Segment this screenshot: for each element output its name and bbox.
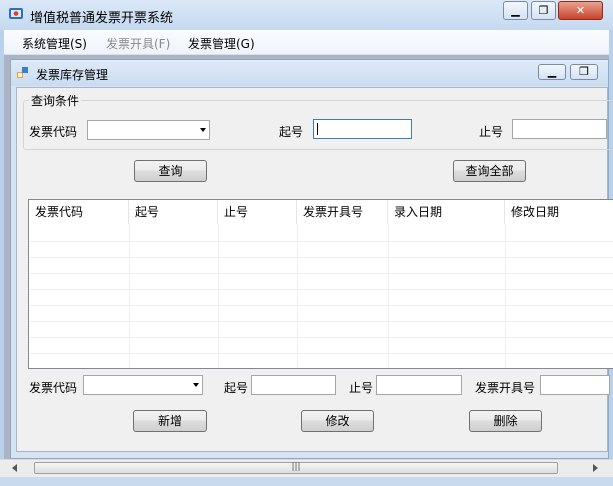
column-header-issue-number[interactable]: 发票开具号 [297, 200, 388, 224]
query-group-label: 查询条件 [29, 92, 82, 109]
scroll-left-icon[interactable] [12, 464, 17, 472]
form-icon [17, 67, 28, 78]
edit-end-label: 止号 [349, 381, 374, 395]
minimize-icon: ▁ [511, 4, 520, 17]
child-minimize-button[interactable]: ▁ [538, 64, 566, 80]
column-divider [297, 224, 298, 368]
delete-button[interactable]: 删除 [469, 410, 542, 432]
edit-code-label: 发票代码 [29, 381, 78, 395]
column-header-entry-date[interactable]: 录入日期 [388, 200, 505, 224]
column-divider [505, 224, 506, 368]
scrollbar-thumb[interactable]: ||| [34, 462, 558, 474]
restore-icon: ❐ [538, 4, 549, 17]
query-code-combobox[interactable] [87, 120, 210, 140]
app-icon [9, 8, 23, 19]
menu-invoice-issue[interactable]: 发票开具(F) [106, 35, 170, 52]
modify-button[interactable]: 修改 [301, 410, 374, 432]
window-bottom-border [0, 477, 613, 486]
column-divider [129, 224, 130, 368]
column-divider [388, 224, 389, 368]
query-start-input[interactable] [313, 119, 412, 139]
row-divider [29, 305, 613, 306]
inventory-table[interactable]: 发票代码 起号 止号 发票开具号 录入日期 修改日期 [28, 199, 613, 369]
close-button[interactable]: ✕ [558, 1, 603, 20]
row-divider [29, 257, 613, 258]
row-divider [29, 353, 613, 354]
edit-start-label: 起号 [224, 381, 249, 395]
inventory-window: 发票库存管理 ▁ ❐ 查询条件 发票代码 起号 止号 查询 查询全部 发票代码 … [10, 59, 613, 459]
minimize-icon: ▁ [547, 65, 557, 78]
inventory-form: 查询条件 发票代码 起号 止号 查询 查询全部 发票代码 起号 止号 发票开具号… [16, 87, 613, 452]
inventory-window-title-bar[interactable]: 发票库存管理 ▁ ❐ [11, 60, 608, 86]
edit-start-input[interactable] [251, 375, 336, 395]
title-bar[interactable]: 增值税普通发票开票系统 ▁ ❐ ✕ [0, 0, 613, 30]
query-end-label: 止号 [479, 125, 504, 139]
grip-icon: ||| [291, 462, 301, 472]
row-divider [29, 241, 613, 242]
scroll-right-icon[interactable] [593, 464, 598, 472]
menu-invoice-manage[interactable]: 发票管理(G) [188, 35, 255, 52]
row-divider [29, 289, 613, 290]
app-window: 增值税普通发票开票系统 ▁ ❐ ✕ 系统管理(S) 发票开具(F) 发票管理(G… [0, 0, 613, 486]
edit-issue-label: 发票开具号 [475, 381, 536, 395]
edit-code-combobox[interactable] [83, 375, 203, 395]
text-caret [317, 123, 318, 135]
column-header-end[interactable]: 止号 [218, 200, 297, 224]
query-button[interactable]: 查询 [134, 160, 207, 182]
minimize-button[interactable]: ▁ [503, 1, 528, 20]
column-header-start[interactable]: 起号 [129, 200, 218, 224]
edit-end-input[interactable] [376, 375, 462, 395]
child-restore-button[interactable]: ❐ [570, 64, 598, 80]
query-all-button[interactable]: 查询全部 [453, 160, 526, 182]
menu-bar: 系统管理(S) 发票开具(F) 发票管理(G) [4, 30, 609, 55]
window-title: 增值税普通发票开票系统 [30, 11, 174, 26]
chevron-down-icon [193, 383, 199, 387]
horizontal-scrollbar[interactable]: ||| [0, 459, 613, 477]
edit-issue-input[interactable] [540, 375, 610, 395]
table-header: 发票代码 起号 止号 发票开具号 录入日期 修改日期 [29, 200, 613, 224]
column-divider [218, 224, 219, 368]
mdi-area: 发票库存管理 ▁ ❐ 查询条件 发票代码 起号 止号 查询 查询全部 发票代码 … [4, 55, 613, 460]
column-header-modify-date[interactable]: 修改日期 [505, 200, 613, 224]
row-divider [29, 273, 613, 274]
menu-system[interactable]: 系统管理(S) [22, 35, 87, 52]
inventory-window-title: 发票库存管理 [36, 68, 109, 82]
query-code-label: 发票代码 [29, 125, 78, 139]
maximize-button[interactable]: ❐ [531, 1, 556, 20]
add-button[interactable]: 新增 [133, 410, 207, 432]
query-end-input[interactable] [512, 119, 607, 139]
chevron-down-icon [200, 128, 206, 132]
query-start-label: 起号 [279, 125, 304, 139]
close-icon: ✕ [575, 4, 586, 17]
column-header-code[interactable]: 发票代码 [29, 200, 129, 224]
restore-icon: ❐ [579, 65, 589, 78]
row-divider [29, 337, 613, 338]
row-divider [29, 321, 613, 322]
